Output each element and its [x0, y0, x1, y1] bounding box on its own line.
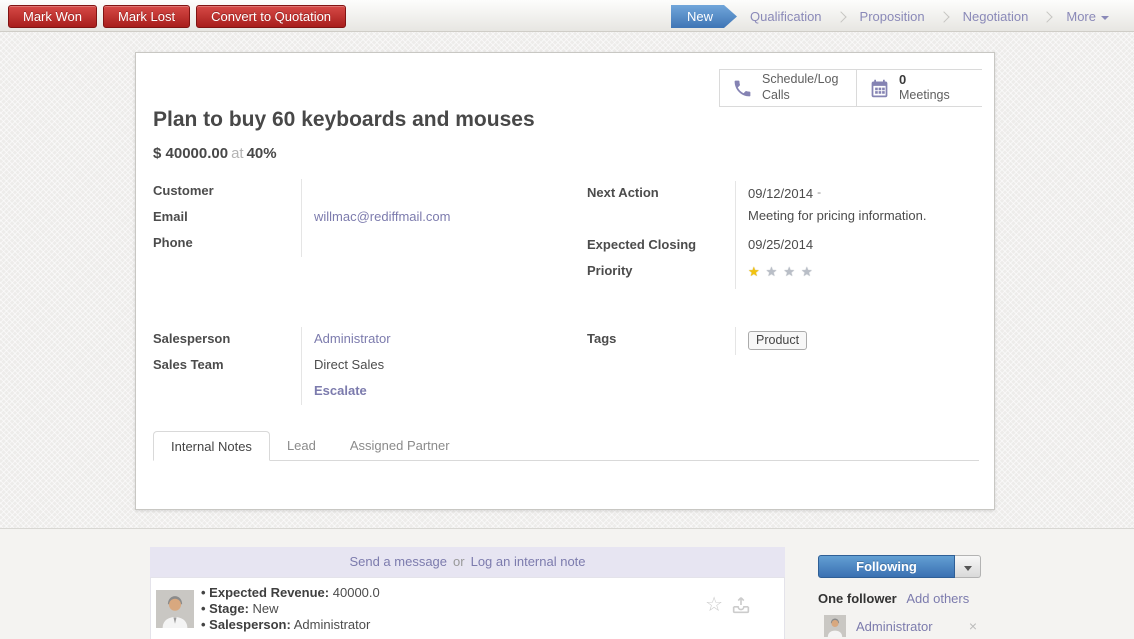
follower-row: Administrator × — [818, 615, 981, 637]
add-others-link[interactable]: Add others — [906, 591, 969, 606]
meetings-label: Meetings — [899, 88, 950, 102]
priority-star-icon[interactable]: ★ — [748, 264, 766, 279]
followers-header: One follower Add others — [818, 591, 981, 606]
convert-to-quotation-button[interactable]: Convert to Quotation — [196, 5, 346, 28]
priority-row: Priority ★★★★ — [587, 259, 979, 289]
or-label: or — [447, 554, 471, 569]
sales-team-label: Sales Team — [153, 353, 301, 379]
stage-negotiation[interactable]: Negotiation — [950, 5, 1042, 28]
email-label: Email — [153, 205, 301, 231]
calendar-icon — [869, 78, 890, 99]
expected-closing-value[interactable]: 09/25/2014 — [735, 233, 979, 259]
send-message-link[interactable]: Send a message — [349, 554, 447, 569]
meetings-count: 0 — [899, 72, 985, 88]
follower-name-link[interactable]: Administrator — [856, 619, 969, 634]
at-label: at — [228, 145, 247, 162]
revenue-amount: $ 40000.00 — [153, 145, 228, 162]
schedule-log-calls-label: Schedule/Log Calls — [762, 72, 848, 103]
tag-product[interactable]: Product — [748, 331, 807, 350]
opportunity-title: Plan to buy 60 keyboards and mouses — [153, 108, 535, 132]
expected-closing-row: Expected Closing 09/25/2014 — [587, 233, 979, 259]
escalate-row: Escalate — [153, 379, 719, 405]
message-body: Expected Revenue: 40000.0 Stage: New Sal… — [201, 585, 380, 633]
mark-won-button[interactable]: Mark Won — [8, 5, 97, 28]
following-button[interactable]: Following — [818, 555, 955, 578]
stage-qualification[interactable]: Qualification — [737, 5, 835, 28]
priority-star-icon[interactable]: ★ — [783, 264, 801, 279]
priority-label: Priority — [587, 259, 735, 289]
composer-bar: Send a messageorLog an internal note — [150, 547, 785, 577]
meetings-button[interactable]: 0 Meetings — [856, 70, 993, 106]
follower-count: One follower — [818, 591, 897, 606]
author-avatar[interactable] — [156, 590, 194, 628]
follow-button-group: Following — [818, 555, 981, 578]
stat-buttons: Schedule/Log Calls 0 Meetings — [719, 69, 982, 107]
chevron-right-icon — [835, 11, 846, 22]
stage-new[interactable]: New — [671, 5, 737, 28]
action-buttons: Mark Won Mark Lost Convert to Quotation — [8, 5, 346, 28]
mark-lost-button[interactable]: Mark Lost — [103, 5, 190, 28]
tab-assigned-partner[interactable]: Assigned Partner — [333, 431, 467, 461]
phone-label: Phone — [153, 231, 301, 257]
tab-lead[interactable]: Lead — [270, 431, 333, 461]
priority-star-icon[interactable]: ★ — [766, 264, 784, 279]
tags-label: Tags — [587, 327, 735, 355]
following-dropdown-button[interactable] — [955, 555, 981, 578]
stage-statusbar: New Qualification Proposition Negotiatio… — [671, 5, 1122, 28]
stage-more-dropdown[interactable]: More — [1053, 5, 1122, 28]
sales-team-row: Sales Team Direct Sales — [153, 353, 719, 379]
mark-starred-icon[interactable]: ☆ — [705, 595, 723, 615]
priority-star-icon[interactable]: ★ — [801, 264, 819, 279]
log-internal-note-link[interactable]: Log an internal note — [471, 554, 586, 569]
probability-value: 40% — [247, 145, 277, 162]
message-line: Expected Revenue: 40000.0 — [201, 585, 380, 601]
caret-down-icon — [1101, 16, 1109, 20]
customer-label: Customer — [153, 179, 301, 205]
sales-team-value[interactable]: Direct Sales — [301, 353, 719, 379]
tags-row: Tags Product — [587, 327, 979, 355]
next-action-row: Next Action 09/12/2014- Meeting for pric… — [587, 181, 979, 233]
next-action-label: Next Action — [587, 181, 735, 233]
tab-internal-notes[interactable]: Internal Notes — [153, 431, 270, 461]
phone-icon — [732, 78, 753, 99]
message-line: Stage: New — [201, 601, 380, 617]
next-action-note[interactable]: Meeting for pricing information. — [748, 208, 979, 223]
top-toolbar: Mark Won Mark Lost Convert to Quotation … — [0, 0, 1134, 32]
more-label: More — [1066, 9, 1096, 24]
salesperson-label: Salesperson — [153, 327, 301, 353]
next-action-date[interactable]: 09/12/2014 — [748, 186, 813, 201]
escalate-link[interactable]: Escalate — [314, 383, 367, 398]
follower-avatar — [824, 615, 846, 637]
chevron-right-icon — [938, 11, 949, 22]
expected-revenue-line: $ 40000.00at40% — [153, 145, 277, 162]
form-sheet: Schedule/Log Calls 0 Meetings Plan to bu… — [135, 52, 995, 510]
message-line: Salesperson: Administrator — [201, 617, 380, 633]
remove-follower-icon[interactable]: × — [969, 618, 981, 634]
schedule-log-calls-button[interactable]: Schedule/Log Calls — [720, 70, 856, 106]
email-value-link[interactable]: willmac@rediffmail.com — [314, 209, 450, 224]
mark-done-inbox-icon[interactable] — [730, 594, 752, 616]
next-action-dash: - — [813, 185, 821, 199]
expected-closing-label: Expected Closing — [587, 233, 735, 259]
tags-field-group: Tags Product — [587, 327, 979, 355]
stage-proposition[interactable]: Proposition — [847, 5, 938, 28]
salesperson-value-link[interactable]: Administrator — [314, 331, 391, 346]
message-actions: ☆ — [705, 594, 752, 616]
planning-field-group: Next Action 09/12/2014- Meeting for pric… — [587, 181, 979, 289]
message-item: Expected Revenue: 40000.0 Stage: New Sal… — [150, 577, 785, 639]
caret-down-icon — [964, 566, 972, 571]
notebook-tabbar: Internal Notes Lead Assigned Partner — [153, 431, 979, 461]
followers-panel: Following One follower Add others Admini… — [818, 555, 981, 637]
chevron-right-icon — [1042, 11, 1053, 22]
